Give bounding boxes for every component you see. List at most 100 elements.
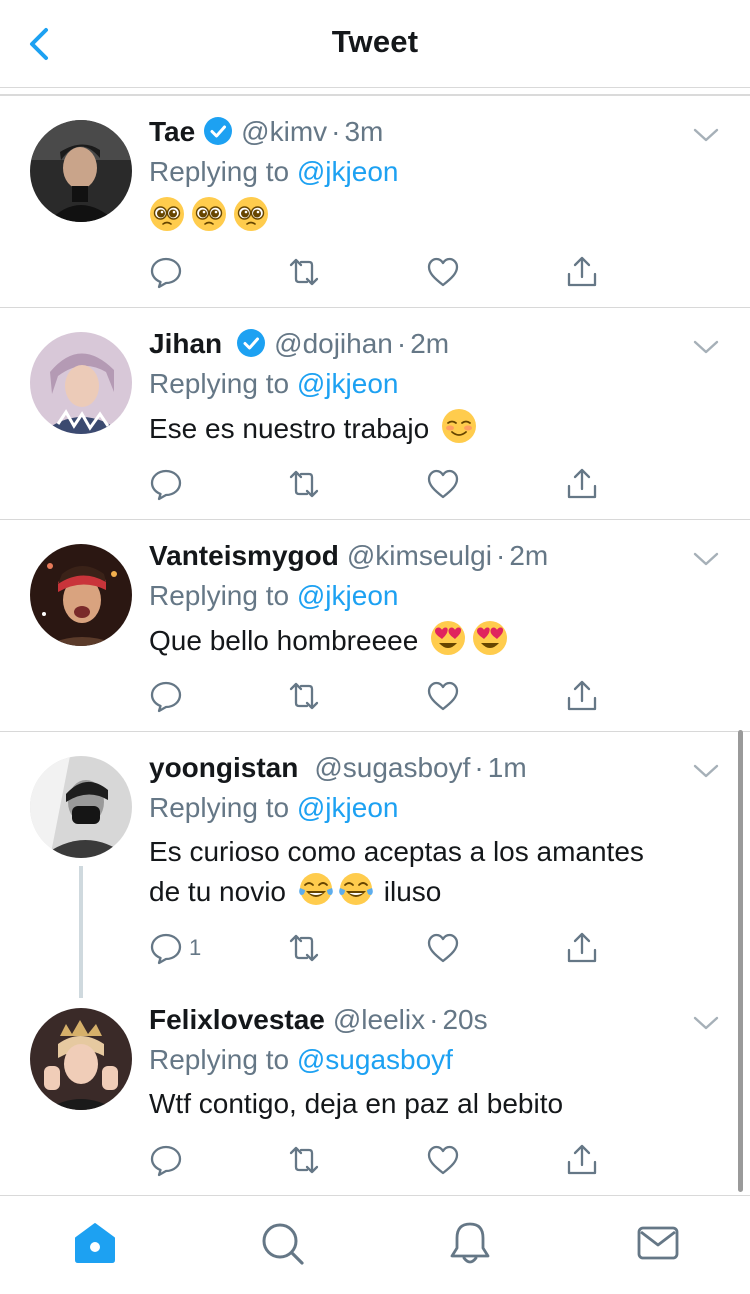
reply-context: Replying to @jkjeon <box>149 576 710 616</box>
verified-badge-icon <box>237 329 266 357</box>
like-icon <box>427 1145 459 1175</box>
pleading-face-icon <box>234 197 268 231</box>
tweet-text: Es curioso como aceptas a los amantes de… <box>149 832 710 911</box>
reply-prefix: Replying to <box>149 1044 290 1075</box>
display-name[interactable]: yoongistan <box>149 752 298 783</box>
reply-button[interactable] <box>149 676 189 716</box>
retweet-button[interactable] <box>287 928 321 968</box>
mention-link[interactable]: @jkjeon <box>297 368 399 399</box>
tab-notifications[interactable] <box>447 1220 493 1266</box>
user-handle[interactable]: @sugasboyf <box>314 752 470 783</box>
chevron-down-icon[interactable] <box>692 338 720 356</box>
reply-button[interactable] <box>149 464 189 504</box>
tweet-text-content: Wtf contigo, deja en paz al bebito <box>149 1088 564 1119</box>
reply-count: 1 <box>189 935 202 960</box>
display-name[interactable]: Tae <box>149 116 195 147</box>
mention-link[interactable]: @jkjeon <box>297 580 399 611</box>
tears-of-joy-icon <box>338 873 373 905</box>
share-button[interactable] <box>565 252 599 292</box>
retweet-button[interactable] <box>287 676 321 716</box>
tab-search[interactable] <box>259 1220 305 1266</box>
retweet-icon <box>289 1146 319 1174</box>
retweet-icon <box>289 934 319 962</box>
mention-link[interactable]: @jkjeon <box>297 156 399 187</box>
tweet-text-line: Es curioso como aceptas a los amantes <box>149 836 644 867</box>
tweet-actions: 1 <box>149 928 609 968</box>
chevron-down-icon[interactable] <box>692 550 720 568</box>
reply-prefix: Replying to <box>149 792 290 823</box>
display-name[interactable]: Felixlovestae <box>149 1004 325 1035</box>
separator-dot: · <box>474 752 484 783</box>
reply-context: Replying to @sugasboyf <box>149 1040 710 1080</box>
mention-link[interactable]: @jkjeon <box>297 792 399 823</box>
separator-dot: · <box>331 116 341 147</box>
like-button[interactable] <box>426 928 460 968</box>
share-button[interactable] <box>565 464 599 504</box>
chevron-down-icon[interactable] <box>692 762 720 780</box>
avatar[interactable] <box>30 544 132 646</box>
tab-bar <box>0 1195 750 1294</box>
reply-button[interactable] <box>149 252 189 292</box>
reply-icon <box>150 681 182 713</box>
pleading-face-icon <box>150 197 184 231</box>
avatar[interactable] <box>30 756 132 858</box>
display-name[interactable]: Vanteismygod <box>149 540 339 571</box>
avatar[interactable] <box>30 332 132 434</box>
tweet[interactable]: Vanteismygod @kimseulgi · 2m Replying to @j… <box>0 520 750 732</box>
like-icon <box>427 469 459 499</box>
like-button[interactable] <box>426 464 460 504</box>
like-button[interactable] <box>426 676 460 716</box>
user-handle[interactable]: @leelix <box>333 1004 425 1035</box>
tweet-text: Que bello hombreeee <box>149 620 710 660</box>
reply-prefix: Replying to <box>149 580 290 611</box>
heart-eyes-icon <box>431 621 466 655</box>
tweet-text-content: iluso <box>383 876 442 907</box>
reply-context: Replying to @jkjeon <box>149 788 710 828</box>
retweet-button[interactable] <box>287 1140 321 1180</box>
nav-header: Tweet <box>0 0 750 88</box>
tweet-text-line: de tu novio iluso <box>149 871 710 911</box>
tweet[interactable]: Tae @kimv · 3m Replying to @jkjeon <box>0 96 750 308</box>
reply-button[interactable]: 1 <box>149 928 201 968</box>
user-handle[interactable]: @dojihan <box>274 328 393 359</box>
display-name[interactable]: Jihan <box>149 328 222 359</box>
timestamp: 1m <box>487 752 527 783</box>
share-icon <box>567 468 597 499</box>
reply-context: Replying to @jkjeon <box>149 152 710 192</box>
retweet-icon <box>289 682 319 710</box>
timestamp: 3m <box>344 116 384 147</box>
like-button[interactable] <box>426 1140 460 1180</box>
share-button[interactable] <box>565 928 599 968</box>
separator-dot: · <box>396 328 407 359</box>
user-handle[interactable]: @kimseulgi <box>347 540 492 571</box>
verified-badge-icon <box>204 117 233 145</box>
chevron-down-icon[interactable] <box>692 126 720 144</box>
reply-icon <box>150 469 182 501</box>
share-button[interactable] <box>565 1140 599 1180</box>
like-icon <box>427 933 459 963</box>
tab-messages[interactable] <box>635 1220 681 1266</box>
retweet-button[interactable] <box>287 464 321 504</box>
mention-link[interactable]: @sugasboyf <box>297 1044 453 1075</box>
retweet-button[interactable] <box>287 252 321 292</box>
chevron-down-icon[interactable] <box>692 1014 720 1032</box>
tweet[interactable]: Felixlovestae @leelix · 20s Replying to @su… <box>0 984 750 1194</box>
reply-button[interactable] <box>149 1140 189 1180</box>
tweet-actions <box>149 1140 609 1180</box>
avatar[interactable] <box>30 120 132 222</box>
share-icon <box>567 932 597 963</box>
tweet[interactable]: Jihan @dojihan · 2m Replying to @jkjeon Ese… <box>0 308 750 520</box>
retweet-icon <box>289 258 319 286</box>
tweet-actions <box>149 464 609 504</box>
avatar[interactable] <box>30 1008 132 1110</box>
reply-prefix: Replying to <box>149 156 290 187</box>
tweet[interactable]: yoongistan @sugasboyf · 1m Replying to @jkj… <box>0 732 750 984</box>
user-handle[interactable]: @kimv <box>241 116 327 147</box>
share-button[interactable] <box>565 676 599 716</box>
reply-prefix: Replying to <box>149 368 290 399</box>
messages-icon <box>637 1226 679 1260</box>
like-button[interactable] <box>426 252 460 292</box>
scrollbar[interactable] <box>738 730 743 1192</box>
timestamp: 2m <box>410 328 450 359</box>
tab-home[interactable] <box>72 1220 118 1266</box>
